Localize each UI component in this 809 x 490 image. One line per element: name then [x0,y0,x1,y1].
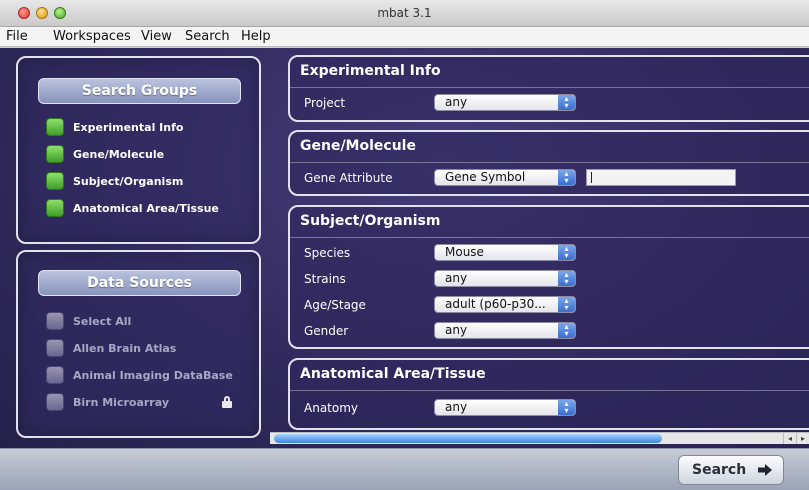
anatomy-select[interactable]: any ▴ ▾ [434,399,576,416]
strains-select-value: any [445,271,468,285]
menu-file[interactable]: File [6,29,28,44]
menu-view[interactable]: View [141,29,172,44]
checkbox-label-subject-organism[interactable]: Subject/Organism [73,175,183,188]
arrow-right-icon [758,464,772,476]
title-bar: mbat 3.1 [0,0,809,27]
gender-label: Gender [304,324,349,338]
search-button[interactable]: Search [678,455,784,485]
select-stepper-icon: ▴ ▾ [558,245,575,260]
select-stepper-icon: ▴ ▾ [558,271,575,286]
checkbox-label-experimental-info[interactable]: Experimental Info [73,121,183,134]
section-title-experimental-info: Experimental Info [300,63,441,79]
menu-search[interactable]: Search [185,29,230,44]
age-stage-select[interactable]: adult (p60-p30... ▴ ▾ [434,296,576,313]
menu-help[interactable]: Help [241,29,271,44]
bottom-bar: Search [0,448,809,490]
checkbox-anatomical-area[interactable] [46,199,64,217]
checkbox-label-select-all[interactable]: Select All [73,315,131,328]
checkbox-label-allen-brain-atlas[interactable]: Allen Brain Atlas [73,342,176,355]
section-title-anatomical-area: Anatomical Area/Tissue [300,366,486,382]
search-groups-panel: Search Groups Experimental Info Gene/Mol… [16,56,261,244]
age-stage-label: Age/Stage [304,298,366,312]
strains-select[interactable]: any ▴ ▾ [434,270,576,287]
gender-select-value: any [445,323,468,337]
gene-attribute-select[interactable]: Gene Symbol ▴ ▾ [434,169,576,186]
section-title-subject-organism: Subject/Organism [300,213,441,229]
select-stepper-icon: ▴ ▾ [558,297,575,312]
text-caret [591,172,592,183]
section-title-gene-molecule: Gene/Molecule [300,138,416,154]
checkbox-label-anatomical-area[interactable]: Anatomical Area/Tissue [73,202,219,215]
menu-bar: File Workspaces View Search Help [0,27,809,47]
checkbox-gene-molecule[interactable] [46,145,64,163]
data-sources-header: Data Sources [38,270,241,296]
gender-select[interactable]: any ▴ ▾ [434,322,576,339]
lock-icon [222,396,232,408]
select-stepper-icon: ▴ ▾ [558,400,575,415]
experimental-info-section: Experimental Info Project any ▴ ▾ [288,55,809,122]
search-groups-header: Search Groups [38,78,241,104]
scrollbar-thumb[interactable] [274,434,662,443]
main-area: Search Groups Experimental Info Gene/Mol… [0,48,809,448]
select-stepper-icon: ▴ ▾ [558,95,575,110]
section-divider [290,87,809,88]
section-divider [290,390,809,391]
checkbox-subject-organism[interactable] [46,172,64,190]
section-divider [290,162,809,163]
scroll-left-arrow-icon[interactable]: ◂ [783,433,796,444]
checkbox-label-gene-molecule[interactable]: Gene/Molecule [73,148,164,161]
species-label: Species [304,246,351,260]
data-sources-panel: Data Sources Select All Allen Brain Atla… [16,250,261,438]
menu-workspaces[interactable]: Workspaces [53,29,131,44]
anatomy-select-value: any [445,400,468,414]
window-title: mbat 3.1 [377,6,432,20]
checkbox-label-birn-microarray[interactable]: Birn Microarray [73,396,169,409]
horizontal-scrollbar[interactable]: ◂ ▸ [270,432,809,444]
species-select[interactable]: Mouse ▴ ▾ [434,244,576,261]
checkbox-birn-microarray[interactable] [46,393,64,411]
gene-molecule-section: Gene/Molecule Gene Attribute Gene Symbol… [288,130,809,196]
select-stepper-icon: ▴ ▾ [558,170,575,185]
project-select-value: any [445,95,468,109]
age-stage-select-value: adult (p60-p30... [445,297,546,311]
gene-attribute-label: Gene Attribute [304,171,393,185]
gene-attribute-input[interactable] [586,169,736,186]
section-divider [290,237,809,238]
gene-attribute-select-value: Gene Symbol [445,170,526,184]
species-select-value: Mouse [445,245,484,259]
strains-label: Strains [304,272,346,286]
checkbox-allen-brain-atlas[interactable] [46,339,64,357]
checkbox-label-animal-imaging-database[interactable]: Animal Imaging DataBase [73,369,233,382]
select-stepper-icon: ▴ ▾ [558,323,575,338]
anatomy-label: Anatomy [304,401,359,415]
scroll-right-arrow-icon[interactable]: ▸ [796,433,809,444]
anatomical-area-section: Anatomical Area/Tissue Anatomy any ▴ ▾ [288,358,809,430]
search-button-label: Search [692,462,747,478]
subject-organism-section: Subject/Organism Species Mouse ▴ ▾ Strain… [288,205,809,349]
project-label: Project [304,96,346,110]
checkbox-experimental-info[interactable] [46,118,64,136]
checkbox-animal-imaging-database[interactable] [46,366,64,384]
project-select[interactable]: any ▴ ▾ [434,94,576,111]
checkbox-select-all[interactable] [46,312,64,330]
